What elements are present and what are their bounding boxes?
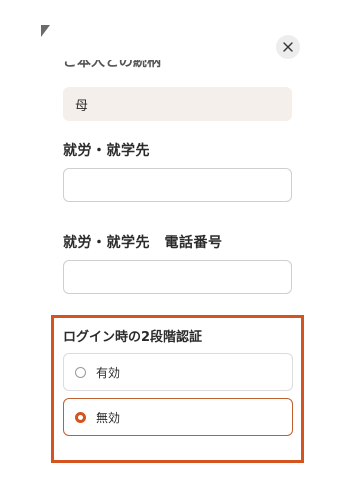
radio-checked-icon [75, 411, 86, 423]
workplace-input[interactable] [63, 168, 292, 202]
relationship-field: 母 [63, 87, 292, 121]
relationship-value: 母 [75, 98, 89, 114]
radio-unchecked-icon [75, 366, 86, 378]
relationship-label: ご本人との続柄 [63, 60, 161, 70]
two-factor-option-disabled[interactable]: 無効 [63, 398, 293, 436]
two-factor-option-enabled[interactable]: 有効 [63, 353, 293, 391]
corner-mark-icon [41, 25, 50, 37]
option-label: 無効 [96, 410, 121, 425]
workplace-label: 就労・就学先 [63, 143, 150, 159]
close-icon [283, 42, 293, 52]
workplace-phone-input[interactable] [63, 260, 292, 294]
option-label: 有効 [96, 365, 121, 380]
two-factor-label: ログイン時の2段階認証 [63, 330, 203, 345]
close-button[interactable] [276, 35, 300, 59]
workplace-phone-label: 就労・就学先 電話番号 [63, 235, 223, 251]
